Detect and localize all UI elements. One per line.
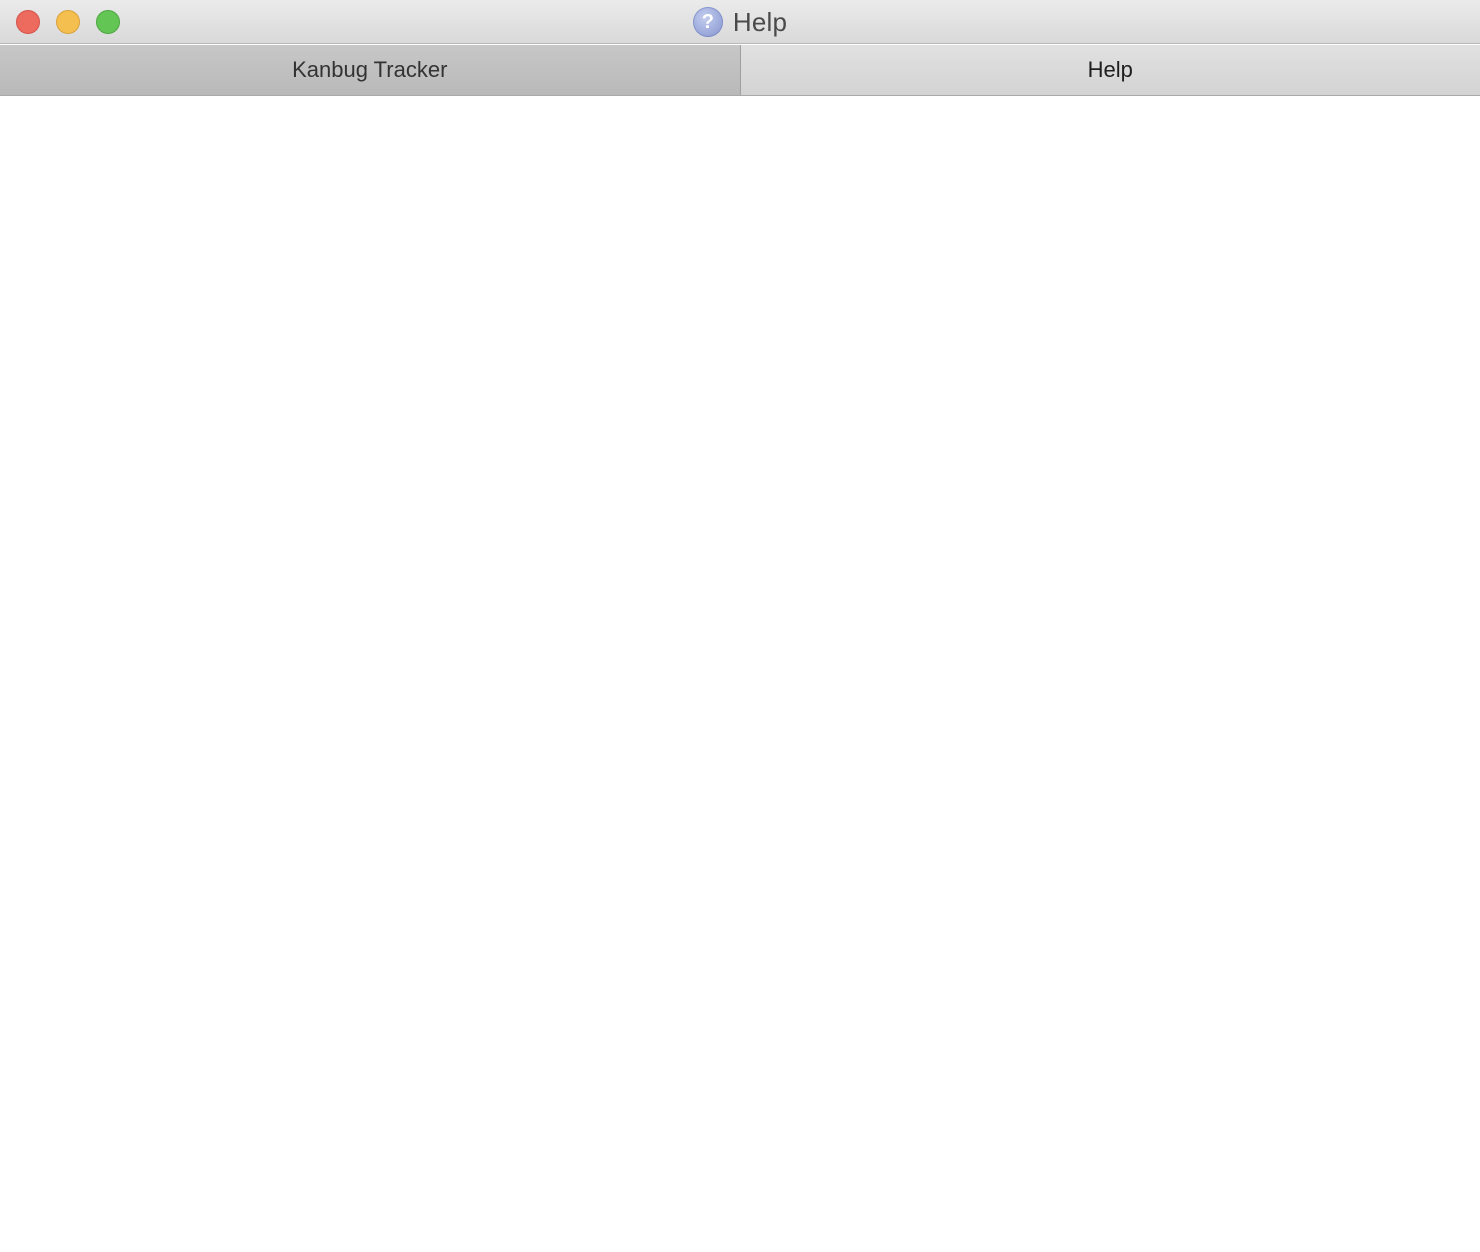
- help-content-area: [0, 96, 1480, 1252]
- question-mark-icon: ?: [692, 7, 723, 37]
- tab-bar: Kanbug Tracker Help: [0, 45, 1480, 96]
- window-title-group: ? Help: [0, 0, 1480, 44]
- help-window: ? Help Kanbug Tracker Help: [0, 0, 1480, 1252]
- window-title: Help: [732, 6, 788, 37]
- tab-kanbug-tracker[interactable]: Kanbug Tracker: [0, 45, 741, 95]
- title-bar: ? Help: [0, 0, 1480, 44]
- tab-help[interactable]: Help: [740, 45, 1480, 95]
